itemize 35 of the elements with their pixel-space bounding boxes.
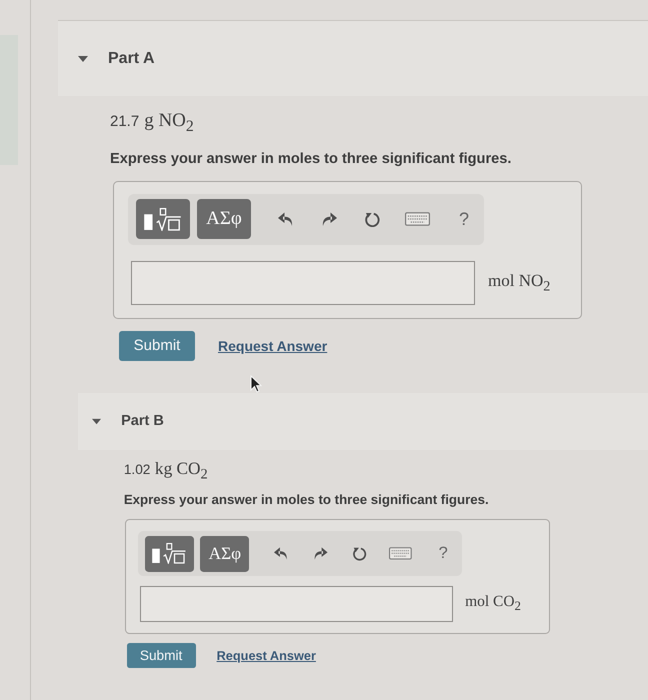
quantity-value: 1.02 <box>124 462 150 478</box>
square-root-template-icon <box>144 208 182 231</box>
answer-field[interactable] <box>140 586 454 622</box>
request-answer-link[interactable]: Request Answer <box>218 338 328 354</box>
redo-icon[interactable] <box>313 546 328 561</box>
templates-button[interactable] <box>136 199 190 240</box>
quantity-unit: g NO$_{2}$ <box>144 110 194 131</box>
caret-icon[interactable] <box>92 416 102 426</box>
keyboard-icon[interactable] <box>405 212 430 226</box>
undo-icon[interactable] <box>274 546 289 561</box>
help-button[interactable]: ? <box>459 208 470 230</box>
quantity-value: 21.7 <box>110 113 140 130</box>
greek-symbols-button[interactable]: ΑΣφ <box>200 536 250 572</box>
redo-icon[interactable] <box>321 211 337 228</box>
part-title[interactable]: Part A <box>108 50 155 68</box>
templates-button[interactable] <box>144 536 194 572</box>
caret-icon[interactable] <box>78 54 88 64</box>
submit-button[interactable]: Submit <box>126 642 196 668</box>
undo-icon[interactable] <box>278 211 294 228</box>
answer-unit: mol NO$_{2}$ <box>488 270 550 295</box>
greek-symbols-button[interactable]: ΑΣφ <box>197 199 251 240</box>
request-answer-link[interactable]: Request Answer <box>216 648 316 664</box>
answer-field[interactable] <box>131 260 475 305</box>
reset-icon[interactable] <box>352 546 367 561</box>
submit-button[interactable]: Submit <box>119 330 195 361</box>
part-title[interactable]: Part B <box>121 413 164 430</box>
instruction-text: Express your answer in moles to three significant figures. <box>110 150 512 168</box>
square-root-template-icon <box>152 543 187 564</box>
instruction-text: Express your answer in moles to three significant figures. <box>124 492 490 508</box>
mouse-pointer-icon <box>250 375 262 393</box>
answer-unit: mol CO$_{2}$ <box>465 593 521 614</box>
help-button[interactable]: ? <box>438 544 448 564</box>
reset-icon[interactable] <box>364 211 380 228</box>
keyboard-icon[interactable] <box>389 547 412 560</box>
quantity-unit: kg CO$_{2}$ <box>154 459 208 478</box>
